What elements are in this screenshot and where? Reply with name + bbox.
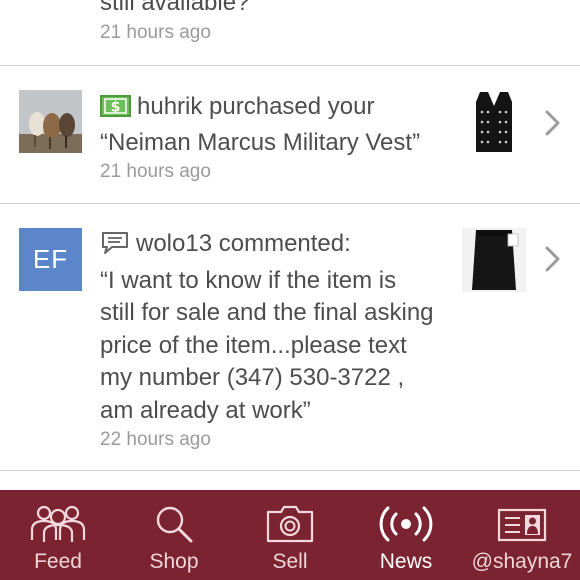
username-link[interactable]: wolo13 bbox=[136, 230, 212, 257]
tab-label: Shop bbox=[149, 550, 199, 573]
tab-news[interactable]: News bbox=[348, 490, 464, 580]
item-thumbnail[interactable] bbox=[462, 90, 526, 154]
username-link[interactable]: huhrik bbox=[137, 93, 202, 120]
news-item-next[interactable] bbox=[0, 471, 580, 490]
tab-label: News bbox=[379, 550, 433, 573]
news-item-availability[interactable]: still available? 21 hours ago bbox=[0, 0, 580, 66]
profile-card-icon bbox=[497, 508, 547, 542]
user-avatar[interactable] bbox=[19, 90, 82, 153]
tab-label: Sell bbox=[272, 550, 308, 573]
tab-feed[interactable]: Feed bbox=[0, 490, 116, 580]
tab-profile[interactable]: @shayna7 bbox=[464, 490, 580, 580]
news-feed: still available? 21 hours ago $ huhrik p… bbox=[0, 0, 580, 490]
message-text: purchased your bbox=[202, 93, 375, 120]
news-item-text: $ huhrik purchased your “Neiman Marcus M… bbox=[100, 91, 420, 185]
timestamp: 21 hours ago bbox=[100, 21, 211, 43]
message-text: commented: bbox=[212, 230, 351, 257]
comment-icon bbox=[100, 231, 130, 265]
people-icon bbox=[30, 505, 86, 542]
message-text: still available? bbox=[100, 0, 250, 16]
bottom-tab-bar: Feed Shop Sell News @shayna7 bbox=[0, 490, 580, 580]
news-item-text: still available? 21 hours ago bbox=[100, 0, 249, 46]
user-initials-avatar[interactable]: EF bbox=[19, 228, 82, 291]
news-item-text: wolo13 commented: “I want to know if the… bbox=[100, 228, 434, 453]
search-icon bbox=[156, 506, 193, 543]
chevron-right-icon[interactable] bbox=[543, 108, 563, 138]
comment-line: price of the item...please text bbox=[100, 331, 407, 359]
tab-sell[interactable]: Sell bbox=[232, 490, 348, 580]
comment-line: my number (347) 530-3722 , bbox=[100, 364, 405, 391]
news-item-comment[interactable]: EF wolo13 commented: “I want to know if … bbox=[0, 204, 580, 471]
tab-label: Feed bbox=[34, 550, 82, 573]
tab-label: @shayna7 bbox=[471, 550, 573, 573]
money-icon: $ bbox=[100, 94, 131, 127]
news-item-purchase[interactable]: $ huhrik purchased your “Neiman Marcus M… bbox=[0, 66, 580, 204]
comment-line: “I want to know if the item is bbox=[100, 266, 397, 294]
timestamp: 21 hours ago bbox=[100, 161, 211, 182]
comment-line: still for sale and the final asking bbox=[100, 299, 434, 326]
timestamp: 22 hours ago bbox=[100, 429, 211, 450]
svg-text:$: $ bbox=[111, 100, 121, 116]
camera-icon bbox=[266, 505, 314, 543]
tab-shop[interactable]: Shop bbox=[116, 490, 232, 580]
comment-line: am already at work” bbox=[100, 396, 311, 424]
item-thumbnail[interactable] bbox=[462, 228, 526, 292]
item-title: “Neiman Marcus Military Vest” bbox=[100, 128, 421, 156]
broadcast-icon bbox=[379, 506, 433, 542]
chevron-right-icon[interactable] bbox=[543, 244, 563, 274]
